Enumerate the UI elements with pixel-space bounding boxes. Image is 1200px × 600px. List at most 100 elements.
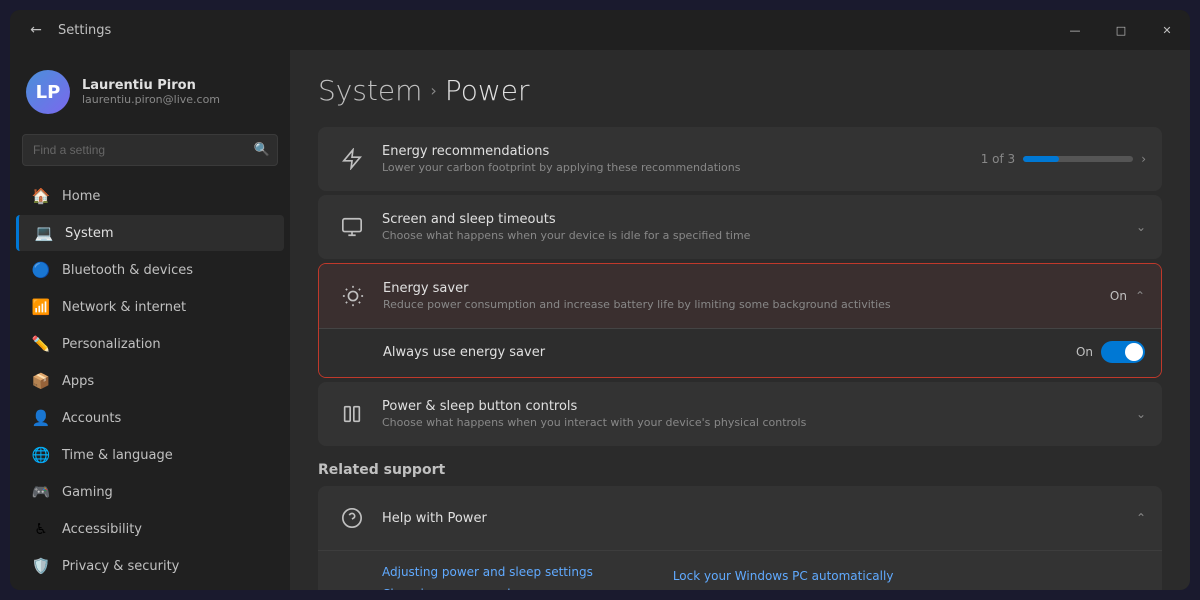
- sidebar-item-label: Bluetooth & devices: [62, 263, 193, 278]
- breadcrumb-power: Power: [445, 74, 530, 107]
- help-links-section: Adjusting power and sleep settings Chang…: [318, 551, 1162, 590]
- accounts-icon: 👤: [32, 409, 50, 427]
- personalization-icon: ✏️: [32, 335, 50, 353]
- energy-rec-text: Energy recommendations Lower your carbon…: [370, 144, 981, 174]
- home-icon: 🏠: [32, 187, 50, 205]
- sidebar-item-privacy[interactable]: 🛡️ Privacy & security: [16, 548, 284, 584]
- help-power-row[interactable]: Help with Power ⌃: [318, 486, 1162, 551]
- back-button[interactable]: ←: [22, 16, 50, 44]
- help-link-adjusting[interactable]: Adjusting power and sleep settings: [382, 565, 593, 579]
- system-icon: 💻: [35, 224, 53, 242]
- search-input[interactable]: [22, 134, 278, 166]
- energy-saver-on: On: [1110, 289, 1127, 303]
- bluetooth-icon: 🔵: [32, 261, 50, 279]
- settings-window: ← Settings — □ ✕ LP Laurentiu Piron: [10, 10, 1190, 590]
- help-power-title: Help with Power: [382, 511, 1124, 526]
- power-sleep-right: ⌄: [1136, 407, 1146, 421]
- close-button[interactable]: ✕: [1144, 10, 1190, 50]
- energy-rec-icon: [334, 141, 370, 177]
- minimize-button[interactable]: —: [1052, 10, 1098, 50]
- chevron-down-icon: ⌄: [1136, 220, 1146, 234]
- sidebar-item-gaming[interactable]: 🎮 Gaming: [16, 474, 284, 510]
- help-power-right: ⌃: [1136, 511, 1146, 525]
- energy-saver-chevron-up: ⌃: [1135, 289, 1145, 303]
- screen-sleep-desc: Choose what happens when your device is …: [382, 229, 1124, 242]
- energy-saver-text: Energy saver Reduce power consumption an…: [371, 281, 1110, 311]
- toggle-on-label: On: [1076, 345, 1093, 359]
- sidebar-item-label: Network & internet: [62, 300, 186, 315]
- minimize-icon: —: [1070, 24, 1081, 37]
- breadcrumb: System › Power: [318, 74, 1162, 107]
- sidebar-item-network[interactable]: 📶 Network & internet: [16, 289, 284, 325]
- sidebar-item-label: Home: [62, 189, 100, 204]
- power-sleep-title: Power & sleep button controls: [382, 399, 1124, 414]
- help-chevron-up: ⌃: [1136, 511, 1146, 525]
- energy-saver-desc: Reduce power consumption and increase ba…: [383, 298, 1098, 311]
- user-info: Laurentiu Piron laurentiu.piron@live.com: [82, 78, 220, 106]
- energy-rec-title: Energy recommendations: [382, 144, 969, 159]
- sidebar-item-label: System: [65, 226, 113, 241]
- toggle-knob: [1125, 343, 1143, 361]
- help-icon: [334, 500, 370, 536]
- sidebar-item-accounts[interactable]: 👤 Accounts: [16, 400, 284, 436]
- breadcrumb-system: System: [318, 74, 422, 107]
- sidebar-item-label: Apps: [62, 374, 94, 389]
- search-box: 🔍: [22, 134, 278, 166]
- chevron-right-icon: ›: [1141, 152, 1146, 166]
- power-sleep-icon: [334, 396, 370, 432]
- avatar: LP: [26, 70, 70, 114]
- toggle-container: On: [1076, 341, 1145, 363]
- sidebar-item-label: Time & language: [62, 448, 173, 463]
- sidebar-item-windows-update[interactable]: 🔄 Windows Update: [16, 585, 284, 590]
- maximize-button[interactable]: □: [1098, 10, 1144, 50]
- energy-recommendations-row[interactable]: Energy recommendations Lower your carbon…: [318, 127, 1162, 191]
- content-area: LP Laurentiu Piron laurentiu.piron@live.…: [10, 50, 1190, 590]
- power-sleep-row[interactable]: Power & sleep button controls Choose wha…: [318, 382, 1162, 446]
- energy-saver-icon: [335, 278, 371, 314]
- sidebar-item-apps[interactable]: 📦 Apps: [16, 363, 284, 399]
- help-power-text: Help with Power: [370, 511, 1136, 526]
- sidebar-item-label: Gaming: [62, 485, 113, 500]
- screen-sleep-right: ⌄: [1136, 220, 1146, 234]
- energy-saver-right: On ⌃: [1110, 289, 1145, 303]
- power-sleep-desc: Choose what happens when you interact wi…: [382, 416, 1124, 429]
- sidebar-item-bluetooth[interactable]: 🔵 Bluetooth & devices: [16, 252, 284, 288]
- titlebar-title: Settings: [58, 23, 111, 38]
- apps-icon: 📦: [32, 372, 50, 390]
- window-controls: — □ ✕: [1052, 10, 1190, 50]
- energy-saver-row[interactable]: Energy saver Reduce power consumption an…: [319, 264, 1161, 328]
- sidebar-item-system[interactable]: 💻 System: [16, 215, 284, 251]
- always-use-label: Always use energy saver: [383, 345, 1076, 360]
- help-link-changing[interactable]: Changing power mode: [382, 587, 593, 590]
- help-power-card: Help with Power ⌃ Adjusting power and sl…: [318, 486, 1162, 590]
- power-sleep-card: Power & sleep button controls Choose wha…: [318, 382, 1162, 446]
- search-icon: 🔍: [254, 143, 270, 158]
- gaming-icon: 🎮: [32, 483, 50, 501]
- screen-sleep-card: Screen and sleep timeouts Choose what ha…: [318, 195, 1162, 259]
- accessibility-icon: ♿: [32, 520, 50, 538]
- related-support-title: Related support: [318, 462, 1162, 478]
- screen-sleep-icon: [334, 209, 370, 245]
- sidebar-item-label: Accessibility: [62, 522, 142, 537]
- back-icon: ←: [30, 22, 42, 38]
- breadcrumb-arrow: ›: [430, 81, 436, 100]
- screen-sleep-title: Screen and sleep timeouts: [382, 212, 1124, 227]
- sidebar: LP Laurentiu Piron laurentiu.piron@live.…: [10, 50, 290, 590]
- sidebar-item-personalization[interactable]: ✏️ Personalization: [16, 326, 284, 362]
- user-profile[interactable]: LP Laurentiu Piron laurentiu.piron@live.…: [10, 58, 290, 130]
- main-content: System › Power Energy recommendations Lo…: [290, 50, 1190, 590]
- energy-recommendations-card: Energy recommendations Lower your carbon…: [318, 127, 1162, 191]
- sidebar-item-accessibility[interactable]: ♿ Accessibility: [16, 511, 284, 547]
- sidebar-item-home[interactable]: 🏠 Home: [16, 178, 284, 214]
- power-sleep-chevron: ⌄: [1136, 407, 1146, 421]
- energy-rec-progress: [1023, 156, 1133, 162]
- energy-saver-toggle[interactable]: [1101, 341, 1145, 363]
- screen-sleep-row[interactable]: Screen and sleep timeouts Choose what ha…: [318, 195, 1162, 259]
- help-link-lock[interactable]: Lock your Windows PC automatically: [673, 569, 894, 583]
- titlebar: ← Settings — □ ✕: [10, 10, 1190, 50]
- screen-sleep-text: Screen and sleep timeouts Choose what ha…: [370, 212, 1136, 242]
- maximize-icon: □: [1116, 24, 1126, 37]
- energy-saver-title: Energy saver: [383, 281, 1098, 296]
- sidebar-item-time[interactable]: 🌐 Time & language: [16, 437, 284, 473]
- user-email: laurentiu.piron@live.com: [82, 93, 220, 106]
